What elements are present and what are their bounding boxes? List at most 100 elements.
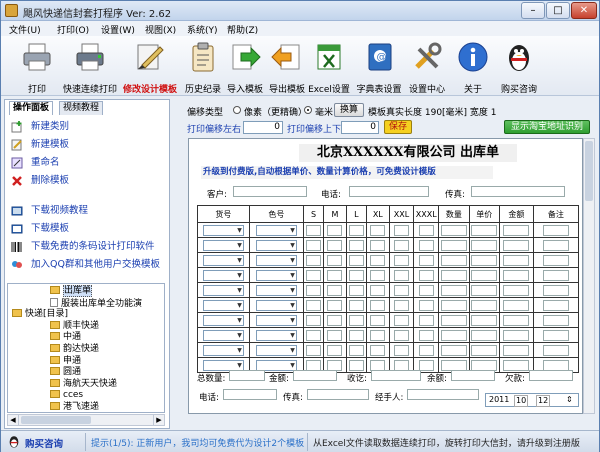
- tree-node[interactable]: 服装出库单全功能演: [50, 297, 142, 309]
- table-cell[interactable]: [323, 267, 347, 283]
- table-cell[interactable]: [499, 222, 534, 238]
- column-header[interactable]: 金额: [499, 205, 534, 223]
- table-cell[interactable]: [323, 282, 347, 298]
- radio-pixel[interactable]: [233, 106, 241, 114]
- table-cell[interactable]: [366, 237, 390, 253]
- table-cell[interactable]: [499, 282, 534, 298]
- cell-input[interactable]: [440, 224, 467, 236]
- cell-input[interactable]: [327, 299, 343, 311]
- form-upgrade-note[interactable]: 升级到付费版,自动根据单价、数量计算价格，可免费设计模版: [201, 166, 493, 179]
- cell-input[interactable]: [348, 254, 364, 266]
- cell-input[interactable]: [542, 284, 569, 296]
- cell-input[interactable]: [503, 254, 530, 266]
- table-cell[interactable]: [438, 282, 470, 298]
- phone2-field[interactable]: [223, 389, 277, 400]
- table-cell[interactable]: [323, 297, 347, 313]
- table-cell[interactable]: [302, 342, 325, 358]
- table-cell[interactable]: [413, 312, 440, 328]
- cell-input[interactable]: [418, 239, 434, 251]
- cell-input[interactable]: [370, 224, 386, 236]
- cell-input[interactable]: [306, 284, 322, 296]
- table-cell[interactable]: [197, 327, 250, 343]
- maximize-button[interactable]: □: [546, 2, 570, 19]
- cell-input[interactable]: [418, 299, 434, 311]
- table-cell[interactable]: [532, 222, 580, 238]
- cell-input[interactable]: [393, 269, 409, 281]
- table-cell[interactable]: [532, 237, 580, 253]
- cell-input[interactable]: [418, 344, 434, 356]
- table-cell[interactable]: [323, 252, 347, 268]
- cell-input[interactable]: [440, 269, 467, 281]
- cell-input[interactable]: [370, 344, 386, 356]
- cell-input[interactable]: [348, 344, 364, 356]
- table-cell[interactable]: [323, 312, 347, 328]
- cell-input[interactable]: [327, 224, 343, 236]
- cell-input[interactable]: [393, 344, 409, 356]
- table-cell[interactable]: [248, 297, 304, 313]
- table-cell[interactable]: [366, 252, 390, 268]
- cell-input[interactable]: [306, 329, 322, 341]
- table-cell[interactable]: [366, 312, 390, 328]
- cell-input[interactable]: [471, 299, 498, 311]
- cell-input[interactable]: [418, 284, 434, 296]
- status-buy-consult[interactable]: 购买咨询: [25, 436, 63, 450]
- table-cell[interactable]: [413, 252, 440, 268]
- cell-input[interactable]: [418, 314, 434, 326]
- table-cell[interactable]: [248, 282, 304, 298]
- table-cell[interactable]: [197, 267, 250, 283]
- table-cell[interactable]: [388, 342, 415, 358]
- table-cell[interactable]: [323, 327, 347, 343]
- cell-input[interactable]: [418, 359, 434, 371]
- cell-input[interactable]: [348, 224, 364, 236]
- table-cell[interactable]: [345, 312, 368, 328]
- minimize-button[interactable]: –: [521, 2, 545, 19]
- fax-field[interactable]: [471, 186, 565, 197]
- cell-input[interactable]: [327, 239, 343, 251]
- cell-input[interactable]: [393, 239, 409, 251]
- column-header[interactable]: XXXL: [413, 205, 440, 223]
- dropdown-field[interactable]: [202, 344, 244, 356]
- table-cell[interactable]: [468, 222, 501, 238]
- cell-input[interactable]: [306, 359, 322, 371]
- tree-node[interactable]: 顺丰快递: [50, 320, 99, 332]
- offset-lr-input[interactable]: 0: [243, 121, 283, 134]
- table-cell[interactable]: [499, 312, 534, 328]
- table-cell[interactable]: [468, 237, 501, 253]
- column-header[interactable]: M: [323, 205, 347, 223]
- cell-input[interactable]: [306, 239, 322, 251]
- table-cell[interactable]: [413, 327, 440, 343]
- table-cell[interactable]: [468, 312, 501, 328]
- handler-field[interactable]: [407, 389, 479, 400]
- cell-input[interactable]: [327, 359, 343, 371]
- cell-input[interactable]: [471, 224, 498, 236]
- table-cell[interactable]: [366, 297, 390, 313]
- taobao-address-button[interactable]: 显示淘宝地址识别: [504, 120, 590, 134]
- table-cell[interactable]: [197, 237, 250, 253]
- dropdown-field[interactable]: [255, 224, 297, 236]
- table-cell[interactable]: [388, 252, 415, 268]
- cell-input[interactable]: [306, 254, 322, 266]
- table-cell[interactable]: [345, 282, 368, 298]
- column-header[interactable]: S: [302, 205, 325, 223]
- table-cell[interactable]: [323, 237, 347, 253]
- table-cell[interactable]: [197, 342, 250, 358]
- table-cell[interactable]: [499, 237, 534, 253]
- cell-input[interactable]: [327, 314, 343, 326]
- scroll-left-arrow-icon[interactable]: ◀: [8, 415, 19, 425]
- total-qty-field[interactable]: [229, 370, 265, 381]
- cell-input[interactable]: [471, 314, 498, 326]
- menu-system[interactable]: 系统(Y): [187, 23, 218, 36]
- received-field[interactable]: [371, 370, 421, 381]
- table-cell[interactable]: [438, 267, 470, 283]
- table-cell[interactable]: [323, 342, 347, 358]
- print-button[interactable]: 打印: [11, 38, 63, 95]
- cell-input[interactable]: [503, 359, 530, 371]
- table-cell[interactable]: [248, 267, 304, 283]
- cell-input[interactable]: [327, 254, 343, 266]
- cell-input[interactable]: [393, 299, 409, 311]
- template-canvas[interactable]: 北京XXXXXX有限公司 出库单 升级到付费版,自动根据单价、数量计算价格，可免…: [188, 138, 583, 414]
- table-cell[interactable]: [302, 222, 325, 238]
- cell-input[interactable]: [503, 299, 530, 311]
- cell-input[interactable]: [440, 329, 467, 341]
- table-cell[interactable]: [388, 297, 415, 313]
